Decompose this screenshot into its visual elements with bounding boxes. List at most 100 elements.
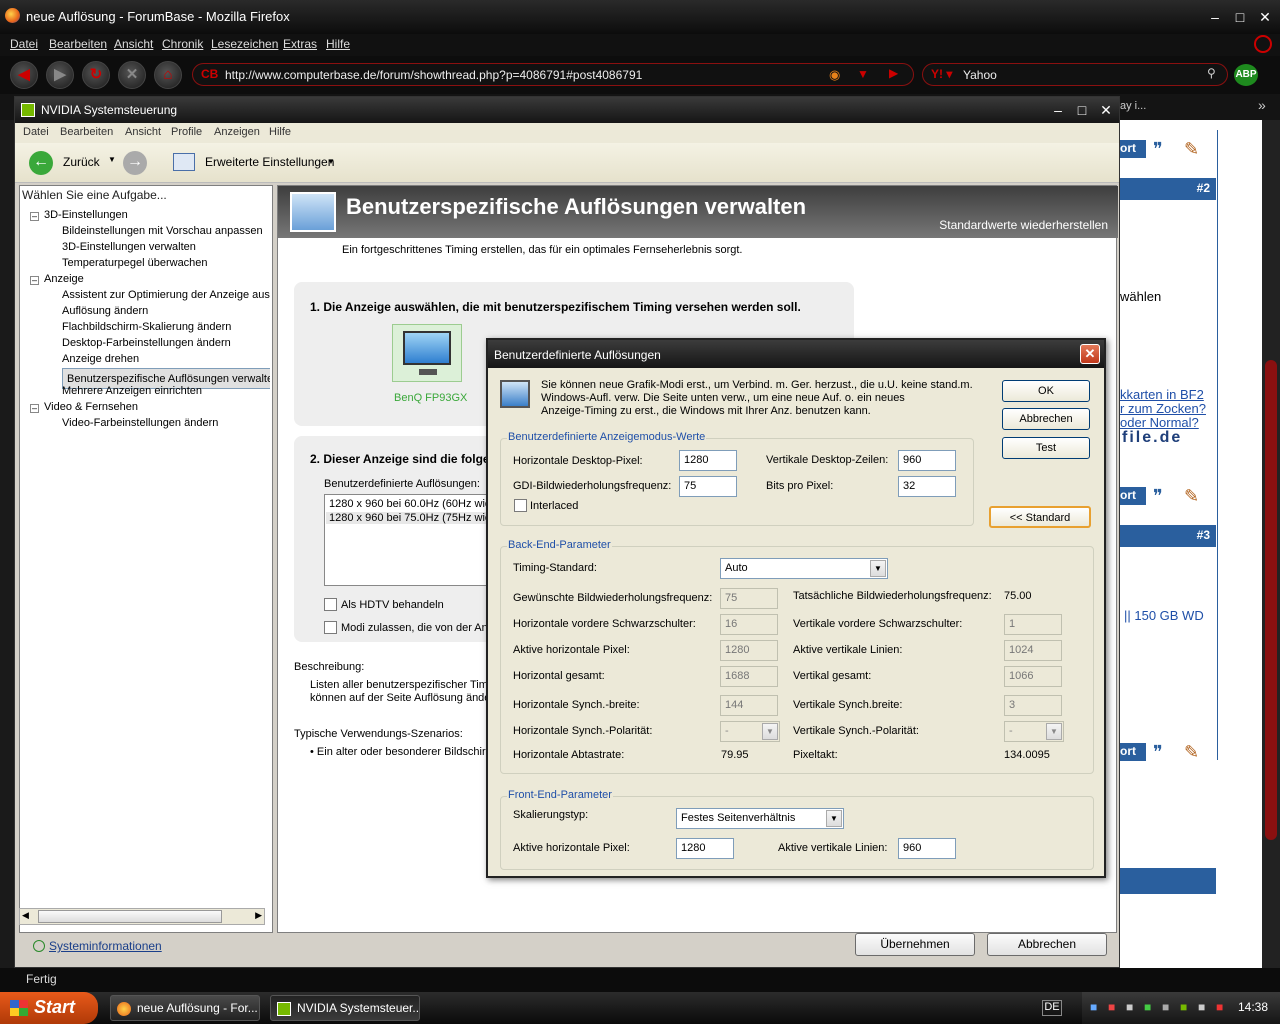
cancel-button[interactable]: Abbrechen <box>1002 408 1090 430</box>
v-pol-select[interactable]: - ▼ <box>1004 721 1064 742</box>
back-label[interactable]: Zurück <box>63 155 100 169</box>
view-label[interactable]: Erweiterte Einstellungen <box>205 155 334 169</box>
tray-icon[interactable]: ■ <box>1108 1000 1115 1014</box>
chevron-down-icon[interactable]: ▼ <box>108 155 116 164</box>
tree-item[interactable]: Video & Fernsehen <box>44 400 138 415</box>
menu-bearbeiten[interactable]: Bearbeiten <box>49 37 107 51</box>
tray-icon[interactable]: ■ <box>1090 1000 1097 1014</box>
report-button[interactable]: ort <box>1118 487 1146 505</box>
language-indicator[interactable]: DE <box>1042 1000 1062 1016</box>
cancel-button[interactable]: Abbrechen <box>987 933 1107 956</box>
taskbar-item-nvidia[interactable]: NVIDIA Systemsteuer... <box>270 995 420 1021</box>
menu-chronik[interactable]: Chronik <box>162 37 203 51</box>
menu-ansicht[interactable]: Ansicht <box>125 126 161 138</box>
thread-link[interactable]: oder Normal? <box>1120 415 1199 430</box>
tree-item[interactable]: Anzeige <box>44 272 84 287</box>
stop-icon[interactable]: ✕ <box>118 61 146 89</box>
chevron-down-icon[interactable]: ▼ <box>826 810 842 827</box>
scrollbar-thumb[interactable] <box>38 910 222 923</box>
report-button[interactable]: ort <box>1118 140 1146 158</box>
adblock-icon[interactable]: ABP <box>1234 64 1258 86</box>
thread-link[interactable]: kkarten in BF2 <box>1120 387 1204 402</box>
record-icon[interactable] <box>1254 35 1272 53</box>
close-icon[interactable]: ✕ <box>1256 8 1274 26</box>
list-item-selected[interactable]: 1280 x 960 bei 75.0Hz (75Hz wie <box>326 512 492 524</box>
tray-icon[interactable]: ■ <box>1198 1000 1205 1014</box>
scrollbar-thumb[interactable] <box>1265 360 1277 840</box>
edit-icon[interactable]: ✎ <box>1184 139 1199 160</box>
back-icon[interactable]: ← <box>29 151 53 175</box>
back-icon[interactable]: ◀ <box>10 61 38 89</box>
sysinfo-link[interactable]: Systeminformationen <box>49 939 162 953</box>
edit-icon[interactable]: ✎ <box>1184 486 1199 507</box>
modes-checkbox[interactable] <box>324 621 337 634</box>
tree-item[interactable]: Anzeige drehen <box>62 352 139 367</box>
menu-datei[interactable]: Datei <box>10 37 38 51</box>
quote-icon[interactable]: ❞ <box>1153 486 1163 507</box>
req-refresh-input[interactable]: 75 <box>720 588 778 609</box>
menu-bearbeiten[interactable]: Bearbeiten <box>60 126 113 138</box>
tree-item[interactable]: Temperaturpegel überwachen <box>62 256 208 271</box>
minimize-icon[interactable]: – <box>1206 8 1224 26</box>
minimize-icon[interactable]: – <box>1049 101 1067 119</box>
bpp-input[interactable]: 32 <box>898 476 956 497</box>
timing-select[interactable]: Auto ▼ <box>720 558 888 579</box>
quote-icon[interactable]: ❞ <box>1153 139 1163 160</box>
chevron-down-icon[interactable]: ▼ <box>870 560 886 577</box>
tree-item[interactable]: Assistent zur Optimierung der Anzeige au… <box>62 288 270 303</box>
fe-v-input[interactable]: 960 <box>898 838 956 859</box>
menu-datei[interactable]: Datei <box>23 126 49 138</box>
v-active-input[interactable]: 1024 <box>1004 640 1062 661</box>
url-bar[interactable]: CB http://www.computerbase.de/forum/show… <box>192 63 914 86</box>
tray-icon[interactable]: ■ <box>1162 1000 1169 1014</box>
v-sync-input[interactable]: 3 <box>1004 695 1062 716</box>
forward-icon[interactable]: ▶ <box>46 61 74 89</box>
maximize-icon[interactable]: □ <box>1073 101 1091 119</box>
home-icon[interactable]: ⌂ <box>154 61 182 89</box>
tree-hscrollbar[interactable]: ◀ ▶ <box>19 908 265 925</box>
v-lines-input[interactable]: 960 <box>898 450 956 471</box>
tray-icon[interactable]: ■ <box>1180 1000 1187 1014</box>
v-total-input[interactable]: 1066 <box>1004 666 1062 687</box>
chevron-down-icon[interactable]: ▼ <box>1046 723 1062 740</box>
menu-extras[interactable]: Extras <box>283 37 317 51</box>
tree-item[interactable]: 3D-Einstellungen <box>44 208 128 223</box>
tree-item[interactable]: 3D-Einstellungen verwalten <box>62 240 196 255</box>
go-icon[interactable]: ▶ <box>889 66 898 80</box>
menu-anzeigen[interactable]: Anzeigen <box>214 126 260 138</box>
taskbar-item-firefox[interactable]: neue Auflösung - For... <box>110 995 260 1021</box>
edit-icon[interactable]: ✎ <box>1184 742 1199 763</box>
scroll-right-icon[interactable]: ▶ <box>255 910 262 921</box>
standard-button[interactable]: << Standard <box>989 506 1091 528</box>
sponsor-link[interactable]: file.de <box>1122 429 1182 447</box>
h-front-input[interactable]: 16 <box>720 614 778 635</box>
start-button[interactable]: Start <box>0 992 98 1024</box>
collapse-icon[interactable]: – <box>30 404 39 413</box>
dropdown-icon[interactable]: ▼ <box>857 67 869 81</box>
tray-icon[interactable]: ■ <box>1216 1000 1223 1014</box>
h-pol-select[interactable]: - ▼ <box>720 721 780 742</box>
v-front-input[interactable]: 1 <box>1004 614 1062 635</box>
forward-icon[interactable]: → <box>123 151 147 175</box>
close-icon[interactable]: ✕ <box>1080 344 1100 364</box>
quote-icon[interactable]: ❞ <box>1153 742 1163 763</box>
list-item[interactable]: 1280 x 960 bei 60.0Hz (60Hz wie <box>329 498 491 510</box>
h-total-input[interactable]: 1688 <box>720 666 778 687</box>
tree-item[interactable]: Mehrere Anzeigen einrichten <box>62 384 202 399</box>
search-icon[interactable]: ⚲ <box>1207 66 1216 80</box>
tray-icon[interactable]: ■ <box>1126 1000 1133 1014</box>
reload-icon[interactable]: ↻ <box>82 61 110 89</box>
report-button[interactable]: ort <box>1118 743 1146 761</box>
scroll-left-icon[interactable]: ◀ <box>22 910 29 921</box>
chevron-right-icon[interactable]: » <box>1258 97 1266 113</box>
tree-item[interactable]: Desktop-Farbeinstellungen ändern <box>62 336 231 351</box>
tree-item[interactable]: Auflösung ändern <box>62 304 148 319</box>
page-scrollbar[interactable] <box>1262 120 1280 968</box>
menu-ansicht[interactable]: Ansicht <box>114 37 153 51</box>
h-sync-input[interactable]: 144 <box>720 695 778 716</box>
h-active-input[interactable]: 1280 <box>720 640 778 661</box>
interlaced-checkbox[interactable] <box>514 499 527 512</box>
search-bar[interactable]: Y! ▾ Yahoo ⚲ <box>922 63 1228 86</box>
restore-defaults-link[interactable]: Standardwerte wiederherstellen <box>939 218 1108 232</box>
fe-h-input[interactable]: 1280 <box>676 838 734 859</box>
